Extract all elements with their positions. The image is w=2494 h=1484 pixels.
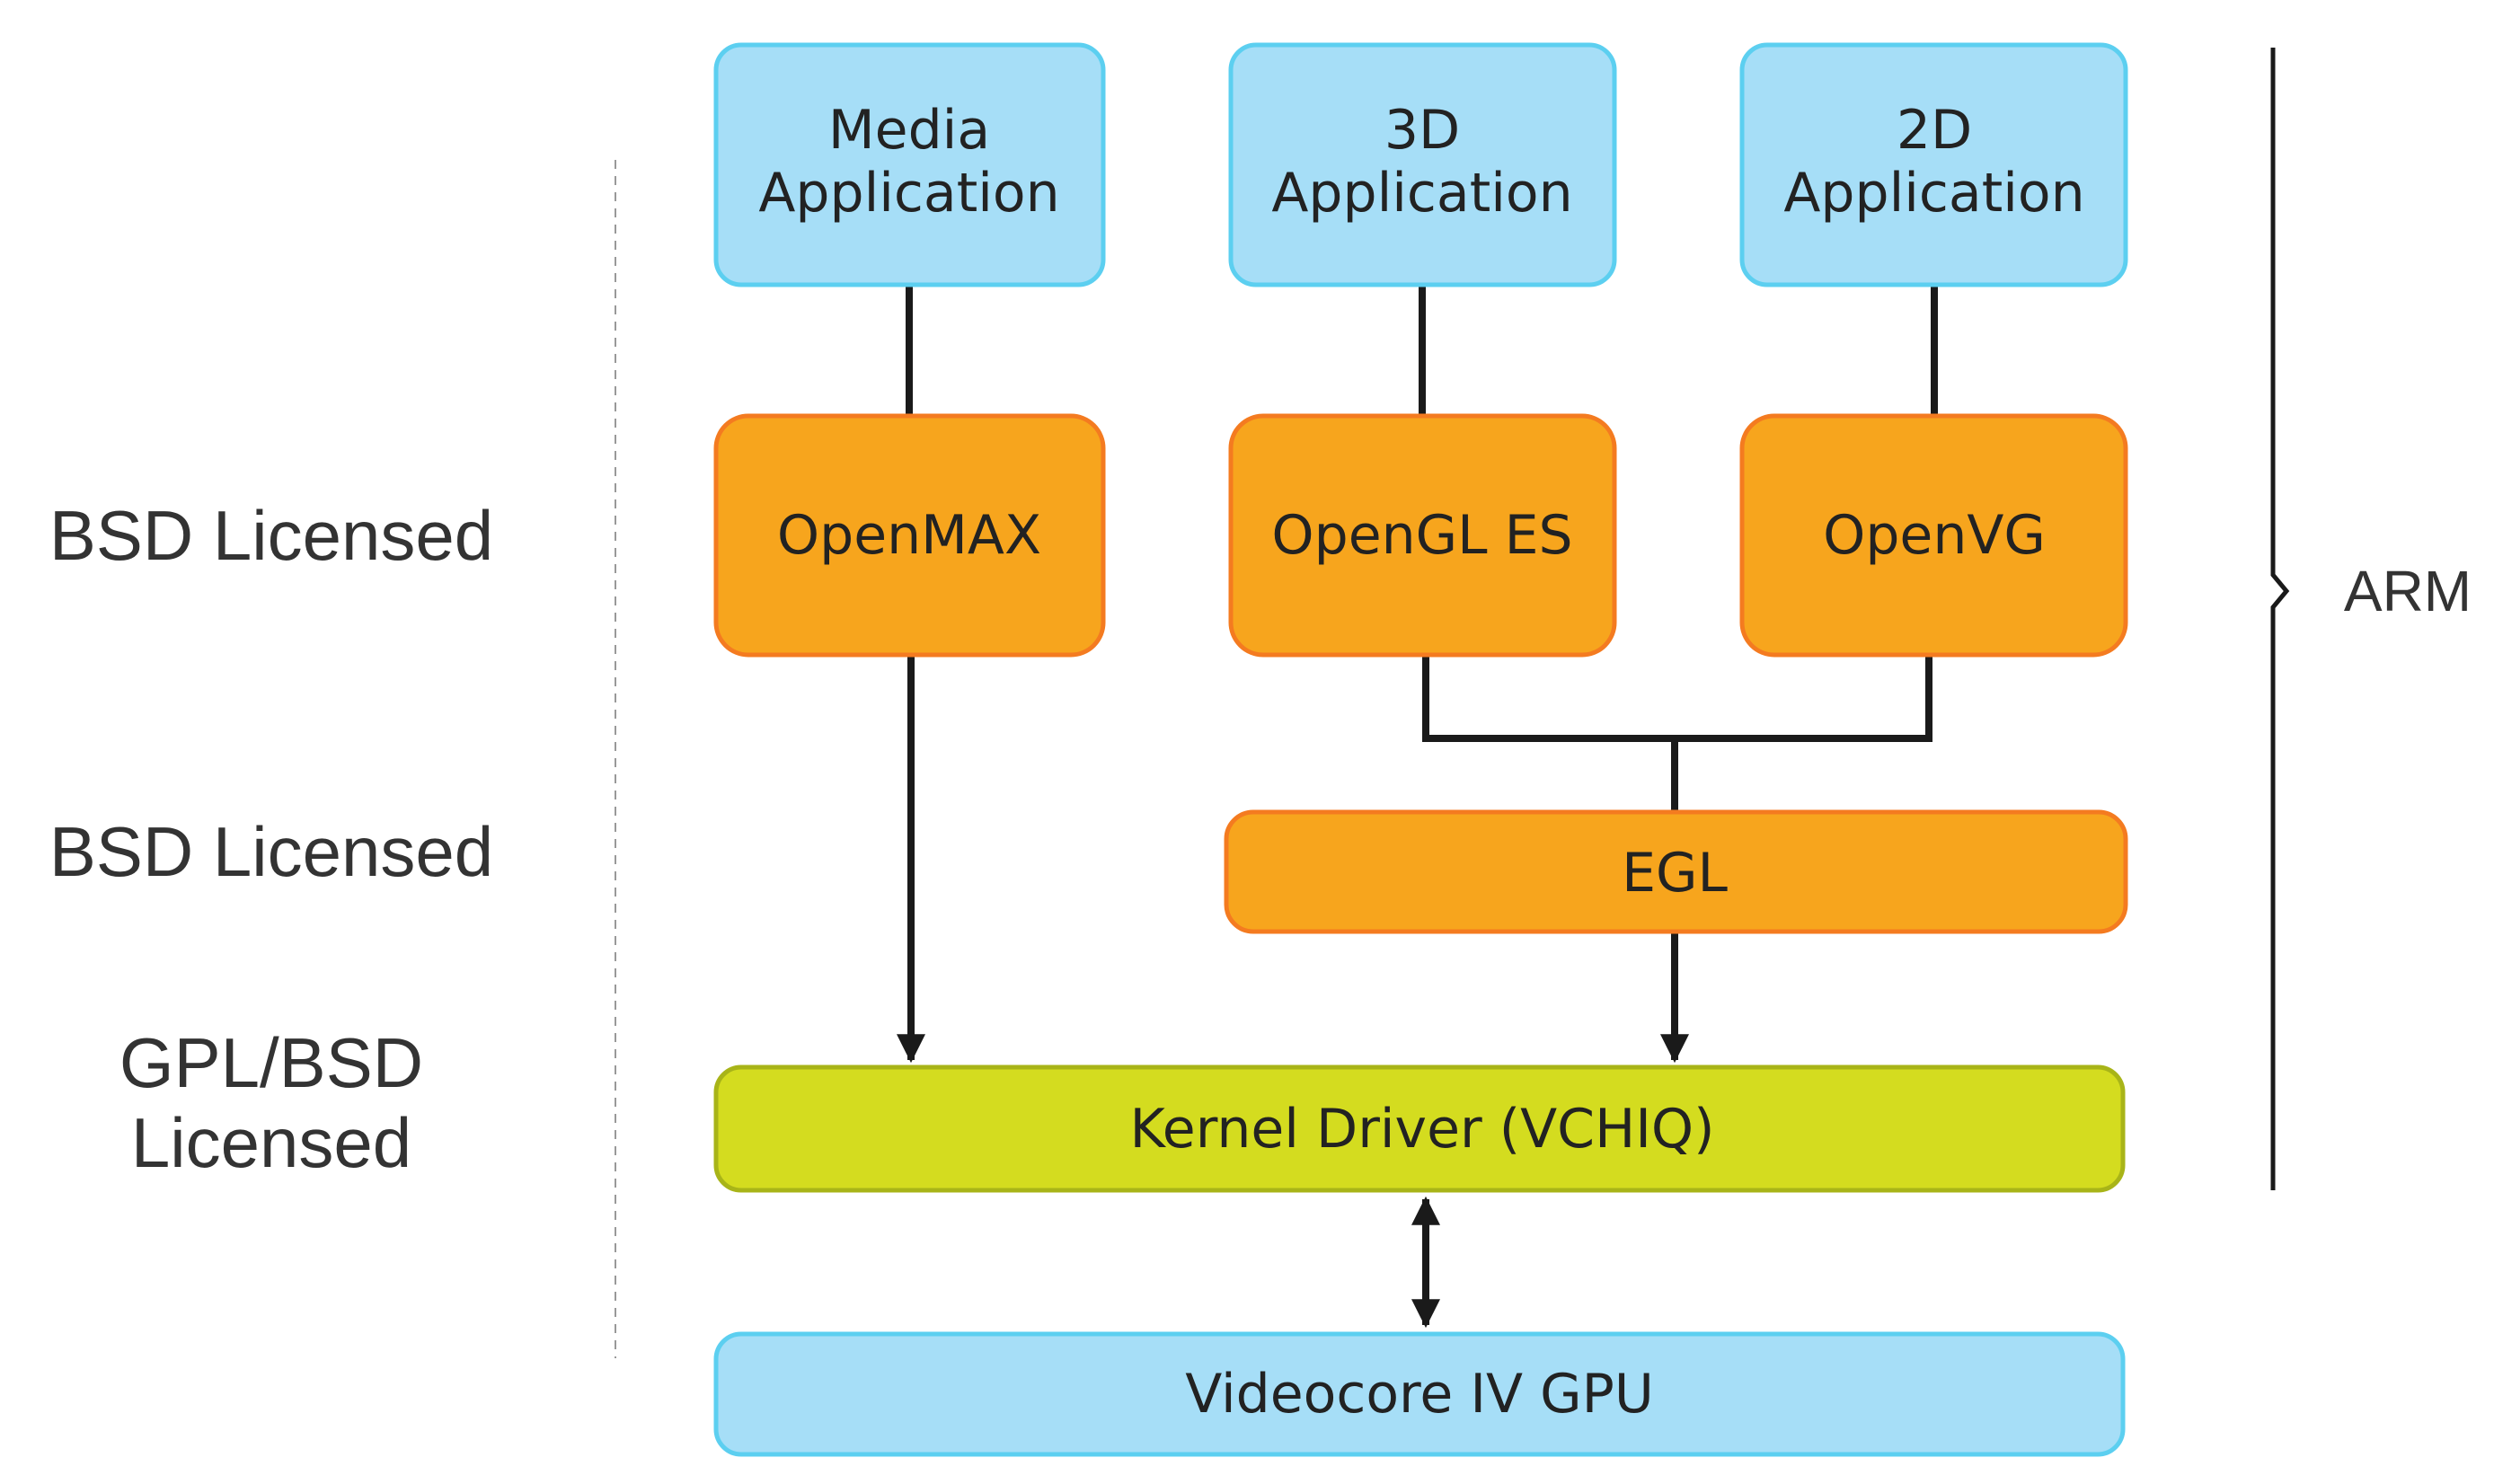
opengl-es-box: OpenGL ES — [1228, 413, 1617, 658]
videocore-gpu-box: Videocore IV GPU — [713, 1331, 2126, 1457]
2d-application-line1: 2D — [1897, 99, 1972, 162]
media-application-line2: Application — [758, 162, 1059, 225]
gpl-bsd-label-line2: Licensed — [131, 1103, 411, 1182]
2d-application-line2: Application — [1783, 162, 2084, 225]
2d-application-box: 2D Application — [1739, 42, 2128, 287]
egl-box: EGL — [1224, 809, 2128, 934]
3d-application-line2: Application — [1271, 162, 1572, 225]
openmax-label: OpenMAX — [777, 504, 1041, 567]
3d-application-line1: 3D — [1384, 99, 1460, 162]
connector-opengl-openvg — [1422, 655, 1932, 742]
openmax-box: OpenMAX — [713, 413, 1106, 658]
kernel-driver-label: Kernel Driver (VCHIQ) — [1129, 1098, 1714, 1161]
3d-application-box: 3D Application — [1228, 42, 1617, 287]
videocore-gpu-label: Videocore IV GPU — [1185, 1363, 1654, 1426]
openvg-label: OpenVG — [1823, 504, 2046, 567]
arm-brace — [2270, 48, 2290, 1190]
bsd-licensed-label-egl: BSD Licensed — [49, 812, 493, 891]
media-application-line1: Media — [828, 99, 990, 162]
gpl-bsd-label-line1: GPL/BSD — [119, 1023, 423, 1102]
media-application-box: Media Application — [713, 42, 1106, 287]
graphics-stack-diagram: BSD Licensed BSD Licensed GPL/BSD Licens… — [49, 42, 2472, 1457]
bsd-licensed-label-api: BSD Licensed — [49, 496, 493, 575]
kernel-driver-box: Kernel Driver (VCHIQ) — [713, 1064, 2126, 1193]
arm-label: ARM — [2344, 559, 2472, 623]
opengl-es-label: OpenGL ES — [1271, 504, 1572, 567]
openvg-box: OpenVG — [1739, 413, 2128, 658]
egl-label: EGL — [1622, 842, 1728, 905]
